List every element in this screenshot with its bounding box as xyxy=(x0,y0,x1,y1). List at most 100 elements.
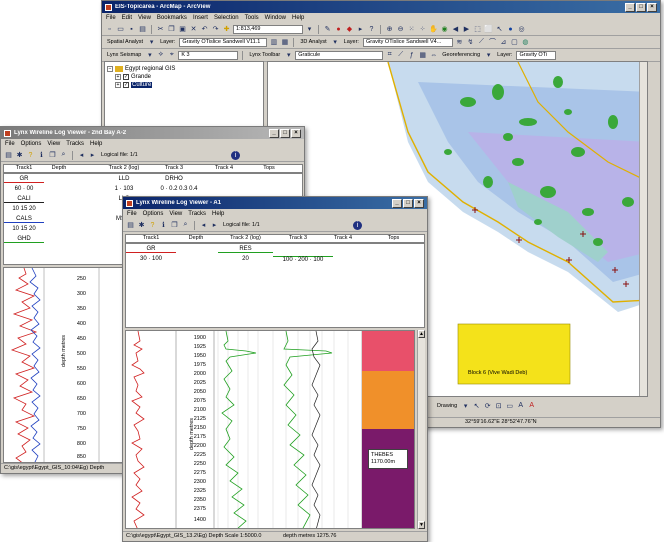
select-elements-icon[interactable]: ↖ xyxy=(495,25,504,34)
forward-icon[interactable]: ▶ xyxy=(462,25,471,34)
drawing-menu[interactable]: Drawing xyxy=(435,403,459,409)
full-extent-icon[interactable]: ◉ xyxy=(440,25,449,34)
dropdown-icon[interactable]: ▾ xyxy=(147,38,156,47)
close-button[interactable]: × xyxy=(414,198,424,208)
zoom-icon[interactable]: ⌕ xyxy=(181,221,190,230)
select-features-icon[interactable]: ⬚ xyxy=(473,25,482,34)
menu-insert[interactable]: Insert xyxy=(193,15,208,21)
steepest-path-icon[interactable]: ↯ xyxy=(466,38,475,47)
copy-icon[interactable]: ❐ xyxy=(167,25,176,34)
info-icon[interactable]: ℹ xyxy=(159,221,168,230)
seismap-tool2-icon[interactable]: ⌖ xyxy=(167,51,176,60)
next-file-icon[interactable]: ▸ xyxy=(210,221,219,230)
undo-icon[interactable]: ↶ xyxy=(200,25,209,34)
minimize-button[interactable]: _ xyxy=(392,198,402,208)
print-icon[interactable]: ▤ xyxy=(4,151,13,160)
menu-edit[interactable]: Edit xyxy=(122,15,132,21)
delete-icon[interactable]: ✕ xyxy=(189,25,198,34)
seismap-tool-icon[interactable]: ⟡ xyxy=(156,51,165,60)
expand-icon[interactable]: + xyxy=(115,82,121,88)
info-icon[interactable]: ℹ xyxy=(37,151,46,160)
cut-icon[interactable]: ✂ xyxy=(156,25,165,34)
menu-window[interactable]: Window xyxy=(265,15,286,21)
about-icon[interactable]: i xyxy=(353,220,362,230)
dropdown-icon[interactable]: ▾ xyxy=(331,38,340,47)
menu-options[interactable]: Options xyxy=(21,141,42,147)
toc-icon[interactable]: ● xyxy=(334,25,343,34)
menu-file[interactable]: File xyxy=(5,141,15,147)
measure-icon[interactable]: ⇔ xyxy=(429,51,438,60)
menu-view[interactable]: View xyxy=(138,15,151,21)
zoom-icon[interactable]: ⌕ xyxy=(59,151,68,160)
dropdown-icon[interactable]: ▾ xyxy=(484,51,493,60)
toc-item-grande[interactable]: + ✓ Grande xyxy=(107,73,261,81)
arrow-icon[interactable]: ▸ xyxy=(356,25,365,34)
identify-icon[interactable]: ● xyxy=(506,25,515,34)
layer-checkbox[interactable]: ✓ xyxy=(123,82,129,88)
editor-icon[interactable]: ✎ xyxy=(323,25,332,34)
3d-analyst-menu[interactable]: 3D Analyst xyxy=(298,39,328,45)
minimize-button[interactable]: _ xyxy=(269,128,279,138)
menu-tracks[interactable]: Tracks xyxy=(188,211,206,217)
raster-icon[interactable]: ▦ xyxy=(280,38,289,47)
settings-icon[interactable]: ✱ xyxy=(137,221,146,230)
fixed-zoom-out-icon[interactable]: ⁘ xyxy=(418,25,427,34)
maximize-button[interactable]: □ xyxy=(280,128,290,138)
pan-icon[interactable]: ✋ xyxy=(429,25,438,34)
close-button[interactable]: × xyxy=(291,128,301,138)
map-vertical-scrollbar[interactable] xyxy=(639,62,647,396)
menu-help[interactable]: Help xyxy=(90,141,102,147)
menu-help[interactable]: Help xyxy=(292,15,304,21)
georeferencing-menu[interactable]: Georeferencing xyxy=(440,52,482,58)
minimize-button[interactable]: _ xyxy=(625,2,635,12)
graticule-combo[interactable]: Graticule xyxy=(295,50,384,60)
menu-file[interactable]: File xyxy=(127,211,137,217)
close-button[interactable]: × xyxy=(647,2,657,12)
prev-file-icon[interactable]: ◂ xyxy=(77,151,86,160)
scroll-down-arrow[interactable]: ▼ xyxy=(418,521,425,529)
profile-icon[interactable]: ⌒ xyxy=(488,38,497,47)
menu-tracks[interactable]: Tracks xyxy=(66,141,84,147)
help-icon[interactable]: ? xyxy=(26,151,35,160)
3d-layer-combo[interactable]: Gravity OTislice Sandwell V4... xyxy=(362,37,453,47)
lynx-toolbar-menu[interactable]: Lynx Toolbar xyxy=(247,52,282,58)
menu-help[interactable]: Help xyxy=(212,211,224,217)
toc-root[interactable]: − Egypt regional GIS xyxy=(107,65,261,73)
menu-selection[interactable]: Selection xyxy=(214,15,239,21)
new-icon[interactable]: ▫ xyxy=(105,25,114,34)
expand-icon[interactable]: + xyxy=(115,74,121,80)
toc-item-culture[interactable]: + ✓ Culture xyxy=(107,81,261,89)
line-of-sight-icon[interactable]: ⟋ xyxy=(477,38,486,47)
menu-options[interactable]: Options xyxy=(143,211,164,217)
interpolate-icon[interactable]: ⊿ xyxy=(499,38,508,47)
menu-tools[interactable]: Tools xyxy=(245,15,259,21)
print-icon[interactable]: ▤ xyxy=(138,25,147,34)
menu-view[interactable]: View xyxy=(47,141,60,147)
settings-icon[interactable]: ✱ xyxy=(15,151,24,160)
menu-bookmarks[interactable]: Bookmarks xyxy=(157,15,187,21)
graticule-tool-icon[interactable]: ⌗ xyxy=(385,51,394,60)
rotate-icon[interactable]: ⟳ xyxy=(483,401,492,410)
lynx-seismap-menu[interactable]: Lynx Seismap xyxy=(105,52,143,58)
layout-icon[interactable]: ▢ xyxy=(510,38,519,47)
paste-icon[interactable]: ▣ xyxy=(178,25,187,34)
menu-view[interactable]: View xyxy=(169,211,182,217)
map-scale-combo[interactable]: 1:813,469 xyxy=(233,24,303,34)
text-icon[interactable]: A xyxy=(516,401,525,410)
prev-file-icon[interactable]: ◂ xyxy=(199,221,208,230)
viewer2-vertical-scrollbar[interactable]: ▲ ▼ xyxy=(417,330,425,529)
table-icon[interactable]: ▦ xyxy=(418,51,427,60)
spatial-layer-combo[interactable]: Gravity OTislice Sandwell V11.1 xyxy=(179,37,268,47)
dropdown-icon[interactable]: ▾ xyxy=(284,51,293,60)
fixed-zoom-in-icon[interactable]: ⁙ xyxy=(407,25,416,34)
find-icon[interactable]: ◎ xyxy=(517,25,526,34)
about-icon[interactable]: i xyxy=(231,150,240,160)
function-icon[interactable]: ƒ xyxy=(407,51,416,60)
clear-selection-icon[interactable]: ⬜ xyxy=(484,25,493,34)
copy-icon[interactable]: ❐ xyxy=(170,221,179,230)
histogram-icon[interactable]: ▥ xyxy=(269,38,278,47)
maximize-button[interactable]: □ xyxy=(636,2,646,12)
open-icon[interactable]: ▭ xyxy=(116,25,125,34)
help-icon[interactable]: ? xyxy=(148,221,157,230)
globe-icon[interactable]: ◍ xyxy=(521,38,530,47)
